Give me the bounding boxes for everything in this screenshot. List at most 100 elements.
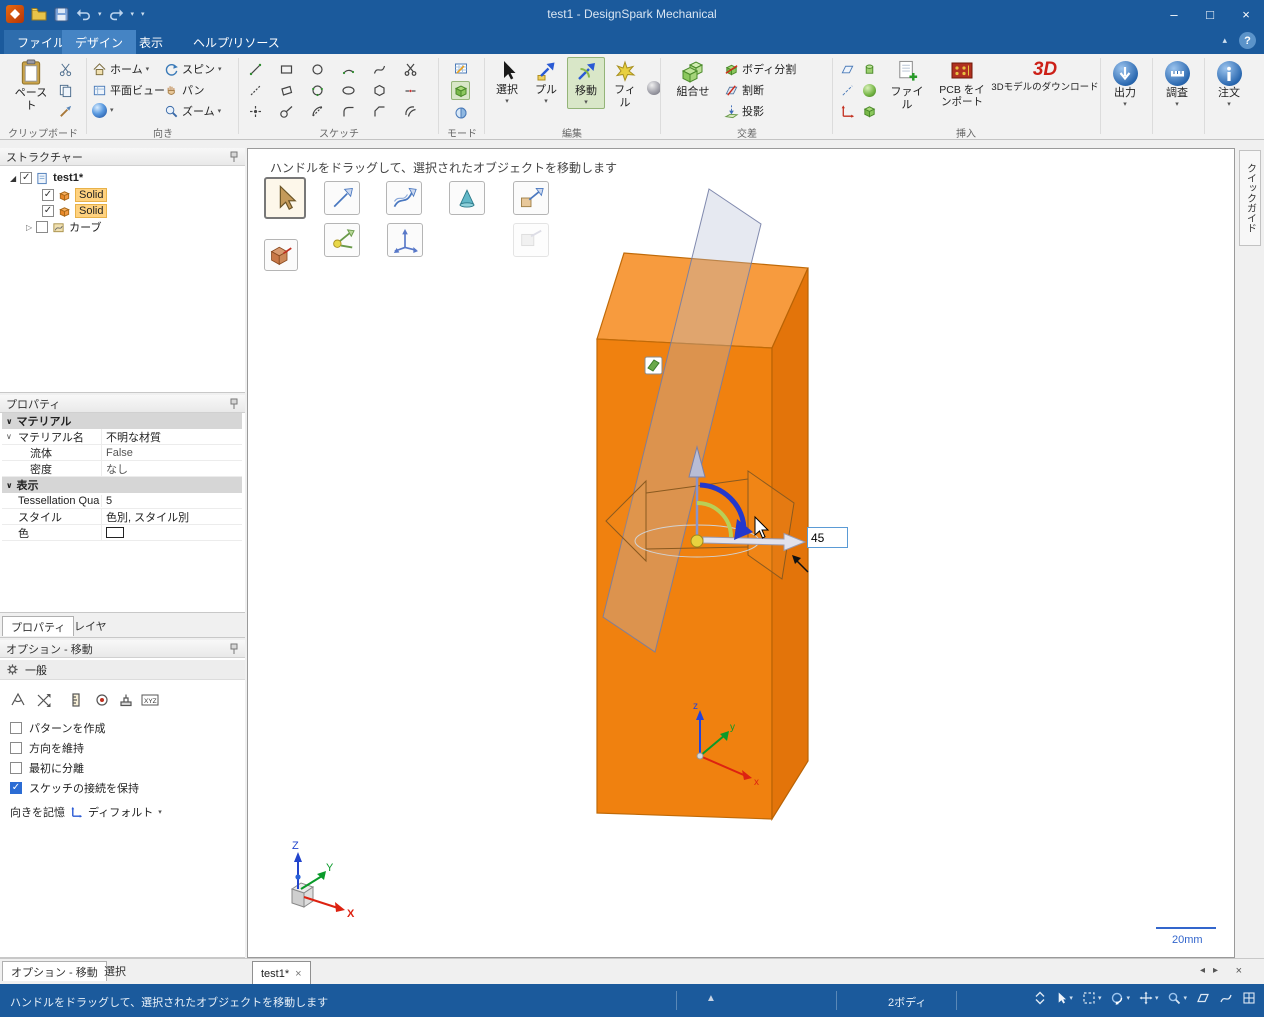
orientation-dropdown[interactable]: ▾ [158, 809, 162, 816]
select-tool-button[interactable]: 選択 ▾ [489, 57, 525, 107]
collapse-ribbon-button[interactable]: ▴ [1222, 35, 1227, 46]
inspect-button[interactable]: 調査 ▾ [1156, 59, 1198, 110]
insert-axis-button[interactable] [838, 81, 857, 100]
zoom-button[interactable]: ズーム ▾ [164, 103, 221, 119]
move-tool-button[interactable]: 移動 ▾ [567, 57, 605, 109]
tab-scroll-left-button[interactable]: ◂ [1200, 965, 1205, 976]
status-expand-button[interactable]: ▲ [706, 993, 716, 1004]
detach-first-checkbox[interactable] [10, 762, 22, 774]
plan-view-button[interactable]: 平面ビュー [92, 82, 165, 98]
property-row[interactable]: Tessellation Qua 5 [2, 493, 242, 509]
sketch-mode-button[interactable] [451, 59, 470, 78]
insert-cylinder-button[interactable] [860, 60, 879, 79]
insert-plane-button[interactable] [838, 60, 857, 79]
order-button[interactable]: 注文 ▾ [1208, 59, 1250, 110]
expander-icon[interactable]: ▷ [26, 223, 32, 232]
display-section-header[interactable]: ∨ 表示 [2, 477, 242, 493]
stamp-option[interactable] [116, 690, 136, 710]
view-sphere-button[interactable]: ▾ [92, 103, 114, 118]
property-row-color[interactable]: 色 [2, 524, 242, 541]
solid2-checkbox[interactable]: ✓ [42, 205, 54, 217]
tab-bar-close-button[interactable]: × [1236, 965, 1242, 977]
option-detach-first[interactable]: 最初に分離 [10, 760, 84, 776]
combine-button[interactable]: 組合せ [668, 57, 718, 101]
undo-button[interactable] [76, 8, 91, 21]
property-row[interactable]: 流体 False [2, 444, 242, 461]
home-dropdown[interactable]: ▾ [146, 66, 150, 73]
property-row[interactable]: 密度 なし [2, 460, 242, 477]
status-selection-filter-tool[interactable]: ▾ [1082, 991, 1101, 1005]
solid-mode-button[interactable] [451, 81, 470, 100]
open-button[interactable] [31, 7, 47, 21]
3d-canvas[interactable]: z y x Z Y X 20mm [248, 149, 1236, 959]
paste-button[interactable]: ペースト [8, 57, 54, 114]
tree-node-curves[interactable]: ▷ カーブ [26, 219, 102, 235]
pan-button[interactable]: パン [164, 82, 205, 98]
insert-box-button[interactable] [860, 102, 879, 121]
tab-design[interactable]: デザイン [62, 30, 137, 54]
help-button[interactable]: ? [1239, 32, 1256, 49]
sketch-line-tool[interactable] [246, 60, 265, 79]
inspect-dropdown[interactable]: ▾ [1175, 101, 1179, 108]
sketch-three-point-rectangle-tool[interactable] [277, 81, 296, 100]
home-view-button[interactable]: ホーム ▾ [92, 61, 149, 77]
ruler-move-option[interactable] [66, 690, 86, 710]
create-pattern-checkbox[interactable] [10, 722, 22, 734]
keep-orientation-checkbox[interactable] [10, 742, 22, 754]
property-value[interactable]: 色別, スタイル別 [102, 509, 242, 525]
options-general-bar[interactable]: 一般 [0, 660, 245, 680]
sketch-offset-tool[interactable] [401, 102, 420, 121]
close-button[interactable]: × [1228, 0, 1264, 28]
sketch-rectangle-tool[interactable] [277, 60, 296, 79]
save-button[interactable] [54, 7, 69, 22]
option-create-pattern[interactable]: パターンを作成 [10, 720, 105, 736]
order-dropdown[interactable]: ▾ [1227, 101, 1231, 108]
gizmo-center-sphere[interactable] [690, 534, 704, 548]
status-curve-tool[interactable] [1219, 991, 1233, 1005]
option-keep-orientation[interactable]: 方向を維持 [10, 740, 84, 756]
split-face-button[interactable]: 割断 [724, 82, 764, 98]
insert-sphere-button[interactable] [860, 81, 879, 100]
redo-dropdown[interactable]: ▾ [131, 11, 135, 18]
insert-origin-button[interactable] [838, 102, 857, 121]
download-3d-model-button[interactable]: 3D 3Dモデルのダウンロード [991, 57, 1098, 96]
footer-tab-select[interactable]: 選択 [96, 961, 134, 981]
spin-stepper-icon[interactable] [1034, 991, 1046, 1005]
sketch-ellipse-tool[interactable] [339, 81, 358, 100]
material-section-header[interactable]: ∨ マテリアル [2, 413, 242, 429]
property-value[interactable]: 5 [102, 495, 242, 507]
option-maintain-sketch-connectivity[interactable]: ✓ スケッチの接続を保持 [10, 780, 139, 796]
tab-view[interactable]: 表示 [126, 30, 176, 54]
color-swatch[interactable] [106, 527, 124, 539]
redo-button[interactable] [109, 8, 124, 21]
sketch-trim-tool[interactable] [401, 60, 420, 79]
tree-node-root[interactable]: ◢ ✓ test1* [10, 170, 83, 186]
spin-dropdown[interactable]: ▾ [218, 66, 222, 73]
property-value[interactable]: 不明な材質 [102, 429, 242, 445]
sphere-dropdown[interactable]: ▾ [110, 107, 114, 114]
anchor-point-option[interactable] [92, 690, 112, 710]
tree-node-solid-2[interactable]: ✓ Solid [42, 203, 108, 219]
xyz-coordinates-option[interactable]: XYZ [140, 690, 160, 710]
select-dropdown[interactable]: ▾ [505, 98, 509, 105]
tab-help[interactable]: ヘルプ/リソース [180, 30, 293, 54]
solid1-checkbox[interactable]: ✓ [42, 189, 54, 201]
output-dropdown[interactable]: ▾ [1123, 101, 1127, 108]
document-tab-test1[interactable]: test1* × [252, 961, 311, 985]
sketch-fillet-tool[interactable] [339, 102, 358, 121]
property-value[interactable]: False [102, 447, 242, 459]
minimize-button[interactable]: – [1156, 0, 1192, 28]
tab-layers[interactable]: レイヤ [66, 616, 115, 636]
tab-scroll-right-button[interactable]: ▸ [1213, 965, 1218, 976]
pin-icon[interactable] [229, 643, 239, 655]
zoom-dropdown[interactable]: ▾ [218, 108, 222, 115]
sketch-tangent-line-tool[interactable] [277, 102, 296, 121]
customize-toolbar-dropdown[interactable]: ▾ [141, 11, 145, 18]
sketch-three-point-circle-tool[interactable] [308, 81, 327, 100]
pull-tool-button[interactable]: プル ▾ [528, 57, 564, 107]
app-logo-icon[interactable] [6, 5, 24, 23]
status-select-tool[interactable]: ▾ [1055, 991, 1073, 1005]
cut-button[interactable] [56, 60, 75, 79]
sketch-polygon-tool[interactable] [370, 81, 389, 100]
move-compass-option[interactable] [8, 690, 28, 710]
